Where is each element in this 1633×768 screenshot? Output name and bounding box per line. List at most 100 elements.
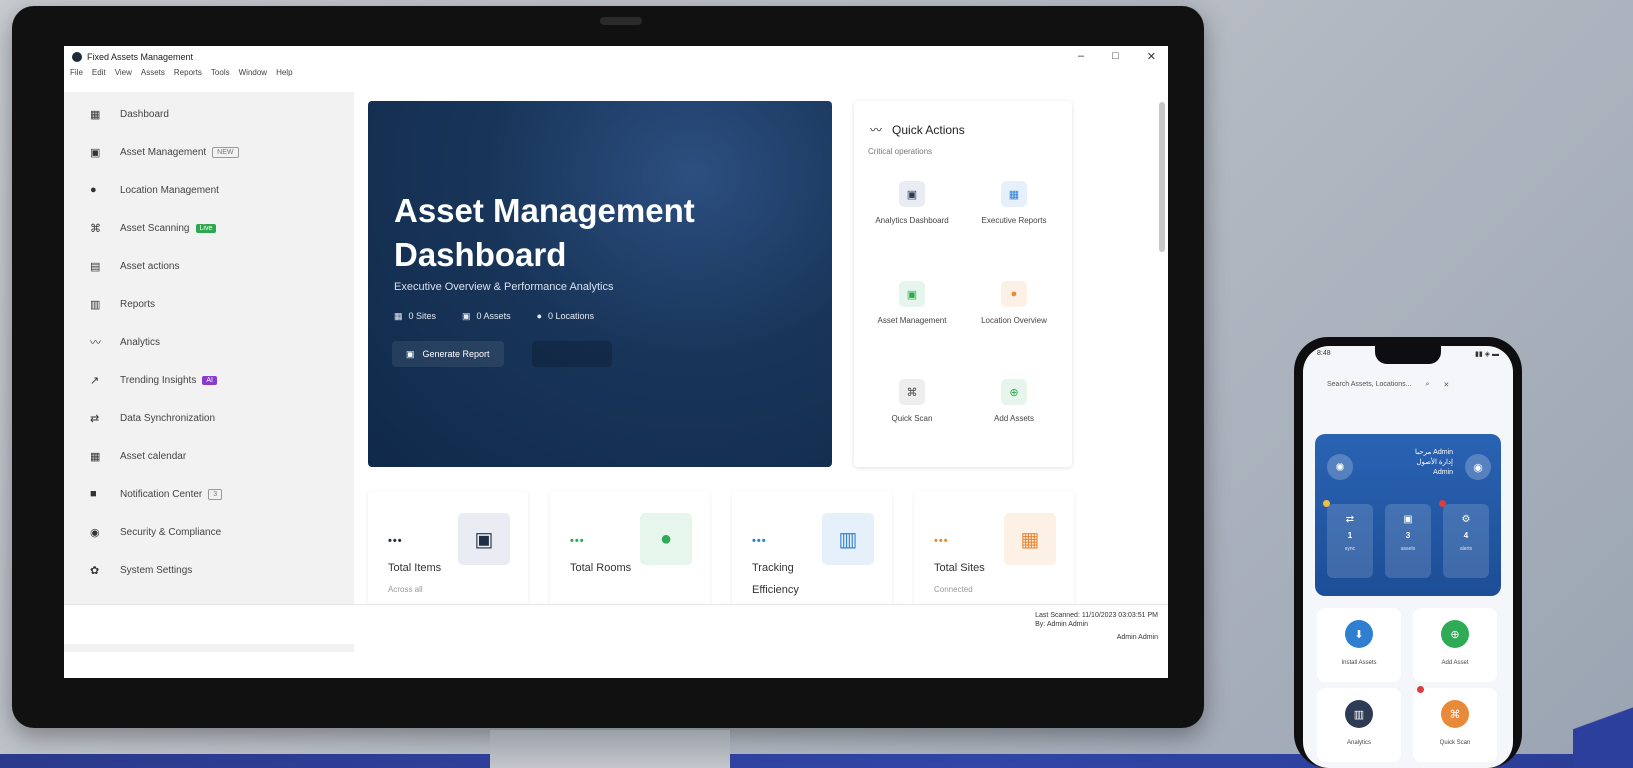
phone-search-bar[interactable]: Search Assets, Locations... ⌕ ✕ xyxy=(1327,381,1449,389)
monitor-stand xyxy=(490,730,730,768)
phone-stat-alerts[interactable]: ⚙ 4 alerts xyxy=(1443,504,1489,578)
current-user: Admin Admin xyxy=(1116,634,1158,641)
qa-analytics-dashboard[interactable]: ▣ Analytics Dashboard xyxy=(866,171,958,261)
pin-icon: ● xyxy=(640,513,692,565)
sidebar-item-asset-management[interactable]: ▣ Asset Management NEW xyxy=(90,142,239,162)
sidebar-item-system-settings[interactable]: ✿ System Settings xyxy=(90,560,192,580)
qa-asset-management[interactable]: ▣ Asset Management xyxy=(866,271,958,361)
menu-reports[interactable]: Reports xyxy=(174,68,202,77)
add-icon: ⊕ xyxy=(1441,620,1469,648)
hero-stats: ▦ 0 Sites ▣ 0 Assets ● 0 Locations xyxy=(394,311,600,322)
sidebar-item-label: Location Management xyxy=(120,184,219,196)
phone-stat-value: 1 xyxy=(1347,531,1353,540)
ai-badge: AI xyxy=(202,375,217,385)
sidebar-item-notification-center[interactable]: ■ Notification Center 3 xyxy=(90,484,223,504)
menu-help[interactable]: Help xyxy=(276,68,292,77)
phone-screen: 8:48 ▮▮ ◈ ▬ Search Assets, Locations... … xyxy=(1303,346,1513,768)
card-label: Total Items xyxy=(388,562,442,574)
scan-icon: ⌘ xyxy=(90,222,101,235)
loading-dots: ••• xyxy=(934,535,949,547)
phone-greeting-line2: إدارة الأصول xyxy=(1416,459,1453,466)
phone-tile-analytics[interactable]: ▥ Analytics xyxy=(1317,688,1401,762)
sidebar-item-asset-scanning[interactable]: ⌘ Asset Scanning Live xyxy=(90,218,217,238)
phone-tile-add[interactable]: ⊕ Add Asset xyxy=(1413,608,1497,682)
report-icon: ▥ xyxy=(90,298,101,311)
stat-card-tracking-efficiency[interactable]: ••• Tracking Efficiency ▥ xyxy=(732,491,892,621)
qa-quick-scan[interactable]: ⌘ Quick Scan xyxy=(866,369,958,459)
quick-actions-title: Quick Actions xyxy=(892,122,965,137)
assets-stat-text: 0 Assets xyxy=(476,311,511,321)
sidebar-item-label: Security & Compliance xyxy=(120,526,222,538)
generate-report-button[interactable]: ▣ Generate Report xyxy=(392,341,504,367)
qa-label: Location Overview xyxy=(981,316,1047,325)
download-icon: ⬇ xyxy=(1345,620,1373,648)
sidebar-item-asset-actions[interactable]: ▤ Asset actions xyxy=(90,256,179,276)
scan-icon: ⌘ xyxy=(1441,700,1469,728)
phone-notch xyxy=(1375,346,1441,364)
phone-stat-sync[interactable]: ⇄ 1 sync xyxy=(1327,504,1373,578)
menu-tools[interactable]: Tools xyxy=(211,68,230,77)
page-title-line1: Asset Management xyxy=(394,192,695,229)
close-button[interactable]: ✕ xyxy=(1147,50,1156,63)
sidebar-item-dashboard[interactable]: ▦ Dashboard xyxy=(90,104,169,124)
sidebar: ▦ Dashboard ▣ Asset Management NEW ● Loc… xyxy=(64,92,354,652)
app-window: Fixed Assets Management – □ ✕ File Edit … xyxy=(64,46,1168,678)
sync-icon: ⇄ xyxy=(1345,514,1355,525)
scan-icon: ⌘ xyxy=(899,379,925,405)
stat-card-total-rooms[interactable]: ••• Total Rooms ● xyxy=(550,491,710,621)
sidebar-item-label: Asset actions xyxy=(120,260,180,272)
phone-tile-label: Add Asset xyxy=(1441,660,1469,666)
menu-file[interactable]: File xyxy=(70,68,83,77)
minimize-button[interactable]: – xyxy=(1078,50,1084,63)
box-icon: ▣ xyxy=(899,281,925,307)
alert-dot xyxy=(1439,500,1446,507)
title-bar: Fixed Assets Management – □ ✕ xyxy=(64,46,1168,68)
qa-location-overview[interactable]: ● Location Overview xyxy=(968,271,1060,361)
menu-window[interactable]: Window xyxy=(239,68,267,77)
reports-icon: ▦ xyxy=(1001,181,1027,207)
phone-greeting-line3: Admin xyxy=(1433,469,1453,476)
user-avatar-icon[interactable]: ◉ xyxy=(1465,454,1491,480)
phone-tile-scan[interactable]: ⌘ Quick Scan xyxy=(1413,688,1497,762)
sidebar-item-data-sync[interactable]: ⇄ Data Synchronization xyxy=(90,408,215,428)
phone-tile-label: Install Assets xyxy=(1341,660,1377,666)
menu-assets[interactable]: Assets xyxy=(141,68,165,77)
search-icon: ⌕ xyxy=(1425,381,1430,388)
sidebar-item-location-management[interactable]: ● Location Management xyxy=(90,180,219,200)
calendar-icon: ▦ xyxy=(90,450,101,463)
sun-icon[interactable]: ✺ xyxy=(1327,454,1353,480)
phone-tile-install[interactable]: ⬇ Install Assets xyxy=(1317,608,1401,682)
app-logo-icon xyxy=(72,52,82,62)
sidebar-item-trending-insights[interactable]: ↗ Trending Insights AI xyxy=(90,370,217,390)
scrollbar-thumb[interactable] xyxy=(1159,102,1165,252)
stat-card-total-items[interactable]: ••• Total Items Across all ▣ xyxy=(368,491,528,621)
count-badge: 3 xyxy=(208,488,223,500)
menu-view[interactable]: View xyxy=(115,68,132,77)
qa-label: Asset Management xyxy=(877,316,947,325)
secondary-button[interactable] xyxy=(532,341,612,367)
card-label: Total Sites xyxy=(934,562,985,574)
phone-stat-label: sync xyxy=(1344,546,1356,552)
sidebar-item-security[interactable]: ◉ Security & Compliance xyxy=(90,522,221,542)
stat-card-total-sites[interactable]: ••• Total Sites Connected ▦ xyxy=(914,491,1074,621)
menu-edit[interactable]: Edit xyxy=(92,68,106,77)
qa-add-assets[interactable]: ⊕ Add Assets xyxy=(968,369,1060,459)
maximize-button[interactable]: □ xyxy=(1112,50,1119,63)
live-badge: Live xyxy=(195,223,217,233)
phone-tile-label: Quick Scan xyxy=(1439,740,1471,746)
loading-dots: ••• xyxy=(752,535,767,547)
grid-icon: ▦ xyxy=(90,108,101,121)
sidebar-item-asset-calendar[interactable]: ▦ Asset calendar xyxy=(90,446,186,466)
menu-bar: File Edit View Assets Reports Tools Wind… xyxy=(70,68,293,77)
monitor-camera xyxy=(600,17,642,25)
phone-stat-assets[interactable]: ▣ 3 assets xyxy=(1385,504,1431,578)
close-icon[interactable]: ✕ xyxy=(1443,381,1449,389)
quick-actions-subtitle: Critical operations xyxy=(868,147,933,156)
phone-stat-value: 4 xyxy=(1463,531,1469,540)
chart-icon: ▥ xyxy=(1345,700,1373,728)
generate-report-label: Generate Report xyxy=(422,349,490,359)
phone-tile-label: Analytics xyxy=(1346,740,1371,746)
sidebar-item-analytics[interactable]: 〰 Analytics xyxy=(90,332,160,352)
sidebar-item-reports[interactable]: ▥ Reports xyxy=(90,294,155,314)
qa-executive-reports[interactable]: ▦ Executive Reports xyxy=(968,171,1060,261)
